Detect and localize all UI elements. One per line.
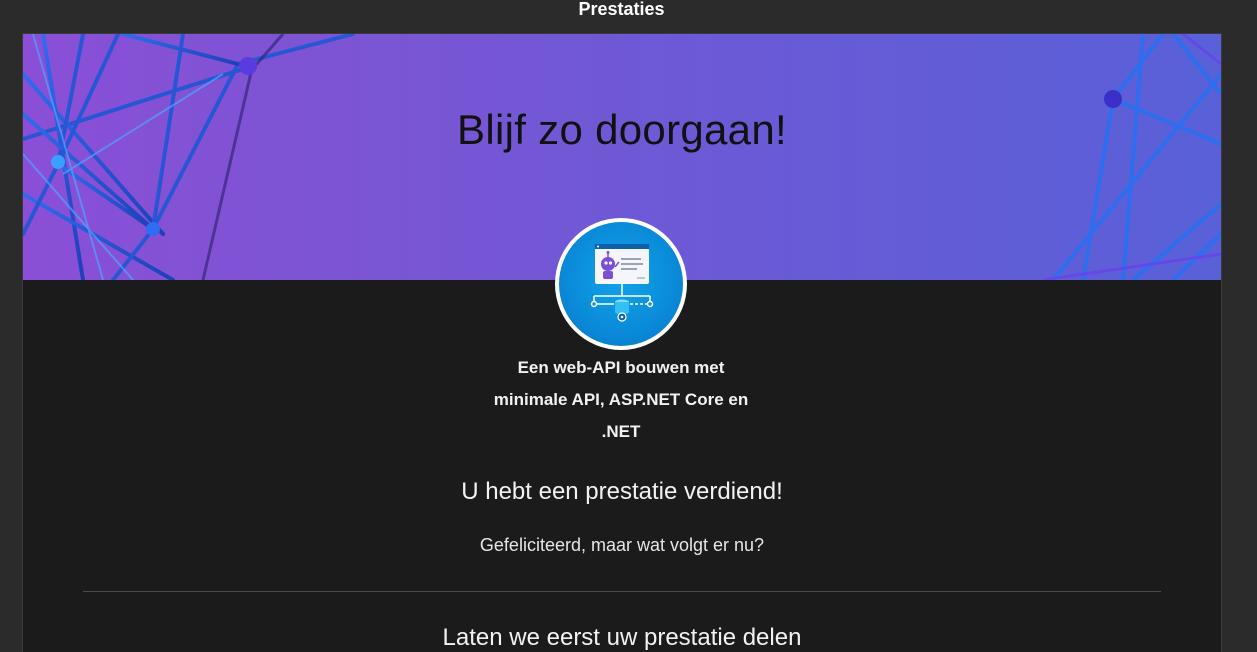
module-name-line: .NET [601,422,641,441]
module-badge [555,218,687,350]
module-badge-inner [559,222,683,346]
share-heading: Laten we eerst uw prestatie delen [442,624,802,651]
module-name-line: minimale API, ASP.NET Core en [493,390,749,409]
banner-heading: Blijf zo doorgaan! [457,106,787,153]
module-name-line: Een web-API bouwen met [517,358,725,377]
dialog-title: Prestaties [578,0,665,19]
web-api-module-badge-icon [590,244,654,322]
dialog-title-bar: Prestaties [0,0,1257,33]
achievement-panel: Blijf zo doorgaan! Een web-API bouwen me… [22,33,1222,652]
section-divider [83,591,1161,592]
achievement-heading: U hebt een prestatie verdiend! [461,478,783,505]
module-name: Een web-API bouwen met minimale API, ASP… [483,352,759,448]
congratulations-message: Gefeliciteerd, maar wat volgt er nu? [479,535,765,555]
